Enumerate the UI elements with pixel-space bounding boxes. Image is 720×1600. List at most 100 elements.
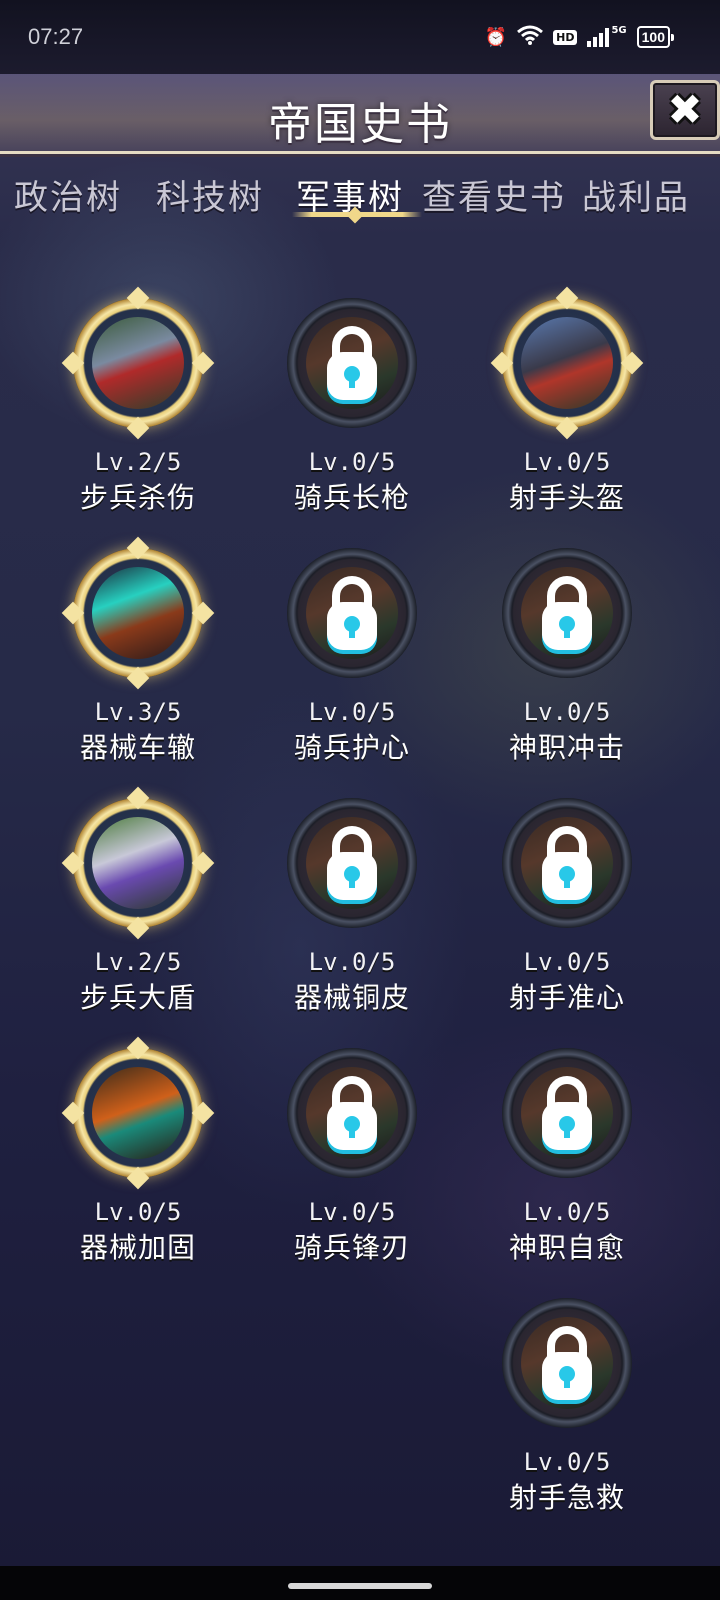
tab-view-history[interactable]: 查看史书 <box>422 170 566 219</box>
frame-spike <box>555 286 579 310</box>
frame-spike <box>126 916 150 940</box>
frame-spike <box>191 351 215 375</box>
skill-level: Lv.0/5 <box>523 1198 611 1226</box>
frame-spike <box>126 1166 150 1190</box>
tab-politics[interactable]: 政治树 <box>14 170 122 219</box>
frame-spike <box>191 851 215 875</box>
skill-name: 步兵杀伤 <box>79 481 196 514</box>
padlock-icon <box>542 1326 592 1400</box>
skill-level: Lv.0/5 <box>308 698 396 726</box>
skill-medallion[interactable] <box>61 1036 215 1190</box>
status-icons: ⏰ HD 5G 100 <box>484 24 675 50</box>
skill-level: Lv.0/5 <box>308 448 396 476</box>
locked-skill-medallion[interactable] <box>502 1298 632 1428</box>
frame-spike <box>620 351 644 375</box>
locked-skill-medallion[interactable] <box>287 548 417 678</box>
skill-name: 神职冲击 <box>508 731 625 764</box>
skill-artwork <box>92 567 184 659</box>
locked-skill-medallion[interactable] <box>502 548 632 678</box>
tab-bar: 政治树 科技树 军事树 查看史书 战利品 <box>0 160 720 236</box>
frame-spike <box>126 416 150 440</box>
padlock-icon <box>327 326 377 400</box>
locked-skill-medallion[interactable] <box>502 798 632 928</box>
skill-artwork <box>92 317 184 409</box>
frame-spike <box>61 601 85 625</box>
frame-spike <box>126 286 150 310</box>
skill-name: 骑兵护心 <box>293 731 410 764</box>
padlock-icon <box>542 1076 592 1150</box>
alarm-icon: ⏰ <box>484 26 508 48</box>
skill-node[interactable]: Lv.0/5 器械铜皮 <box>252 798 452 1038</box>
frame-spike <box>126 1036 150 1060</box>
skill-name: 射手急救 <box>508 1481 625 1514</box>
frame-spike <box>126 666 150 690</box>
frame-spike <box>191 601 215 625</box>
frame-spike <box>490 351 514 375</box>
5g-icon: 5G <box>611 24 627 36</box>
padlock-icon <box>542 826 592 900</box>
skill-node[interactable]: Lv.0/5 骑兵长枪 <box>252 298 452 538</box>
wifi-icon <box>517 25 544 50</box>
tab-loot[interactable]: 战利品 <box>582 170 690 219</box>
skill-medallion[interactable] <box>61 286 215 440</box>
skill-name: 骑兵锋刃 <box>293 1231 410 1264</box>
skill-name: 射手头盔 <box>508 481 625 514</box>
skill-node[interactable]: Lv.2/5 步兵大盾 <box>38 786 238 1038</box>
skill-node[interactable]: Lv.0/5 神职自愈 <box>467 1048 667 1288</box>
padlock-icon <box>327 826 377 900</box>
skill-node[interactable]: Lv.0/5 骑兵锋刃 <box>252 1048 452 1288</box>
signal-icon <box>587 27 610 47</box>
home-indicator[interactable] <box>288 1583 432 1589</box>
skill-name: 步兵大盾 <box>79 981 196 1014</box>
skill-name: 骑兵长枪 <box>293 481 410 514</box>
skill-node[interactable]: Lv.0/5 神职冲击 <box>467 548 667 788</box>
frame-spike <box>126 536 150 560</box>
skill-node[interactable]: Lv.0/5 骑兵护心 <box>252 548 452 788</box>
skill-grid[interactable]: Lv.2/5 步兵杀伤 Lv.0/5 骑兵长枪 Lv.0/5 射手头盔 Lv.3/5 器械车辙… <box>0 236 720 1566</box>
skill-level: Lv.2/5 <box>94 948 182 976</box>
page-title: 帝国史书 <box>268 99 452 150</box>
tab-technology[interactable]: 科技树 <box>156 170 264 219</box>
close-icon: ✖ <box>667 85 703 134</box>
skill-level: Lv.0/5 <box>523 948 611 976</box>
locked-skill-medallion[interactable] <box>287 298 417 428</box>
locked-skill-medallion[interactable] <box>287 798 417 928</box>
status-time: 07:27 <box>28 24 84 49</box>
padlock-icon <box>327 1076 377 1150</box>
skill-node[interactable]: Lv.2/5 步兵杀伤 <box>38 286 238 538</box>
skill-name: 器械铜皮 <box>293 981 410 1014</box>
frame-spike <box>555 416 579 440</box>
padlock-icon <box>327 576 377 650</box>
frame-spike <box>61 1101 85 1125</box>
skill-level: Lv.0/5 <box>308 1198 396 1226</box>
skill-level: Lv.0/5 <box>94 1198 182 1226</box>
skill-node[interactable]: Lv.3/5 器械车辙 <box>38 536 238 788</box>
skill-artwork <box>92 1067 184 1159</box>
skill-level: Lv.0/5 <box>523 1448 611 1476</box>
locked-skill-medallion[interactable] <box>502 1048 632 1178</box>
status-bar: 07:27 ⏰ HD 5G 100 <box>0 0 720 74</box>
frame-spike <box>61 351 85 375</box>
skill-name: 神职自愈 <box>508 1231 625 1264</box>
skill-node[interactable]: Lv.0/5 射手头盔 <box>467 286 667 538</box>
frame-spike <box>191 1101 215 1125</box>
skill-medallion[interactable] <box>61 786 215 940</box>
battery-icon: 100 <box>636 26 675 48</box>
skill-medallion[interactable] <box>61 536 215 690</box>
skill-name: 器械加固 <box>79 1231 196 1264</box>
skill-name: 器械车辙 <box>79 731 196 764</box>
skill-level: Lv.0/5 <box>523 698 611 726</box>
frame-spike <box>126 786 150 810</box>
skill-level: Lv.2/5 <box>94 448 182 476</box>
gesture-bar <box>0 1566 720 1600</box>
skill-node[interactable]: Lv.0/5 器械加固 <box>38 1036 238 1288</box>
skill-artwork <box>521 317 613 409</box>
locked-skill-medallion[interactable] <box>287 1048 417 1178</box>
close-button[interactable]: ✖ <box>650 80 720 140</box>
hd-icon: HD <box>553 29 578 45</box>
skill-artwork <box>92 817 184 909</box>
skill-node[interactable]: Lv.0/5 射手准心 <box>467 798 667 1038</box>
skill-node[interactable]: Lv.0/5 射手急救 <box>467 1298 667 1538</box>
skill-medallion[interactable] <box>490 286 644 440</box>
padlock-icon <box>542 576 592 650</box>
